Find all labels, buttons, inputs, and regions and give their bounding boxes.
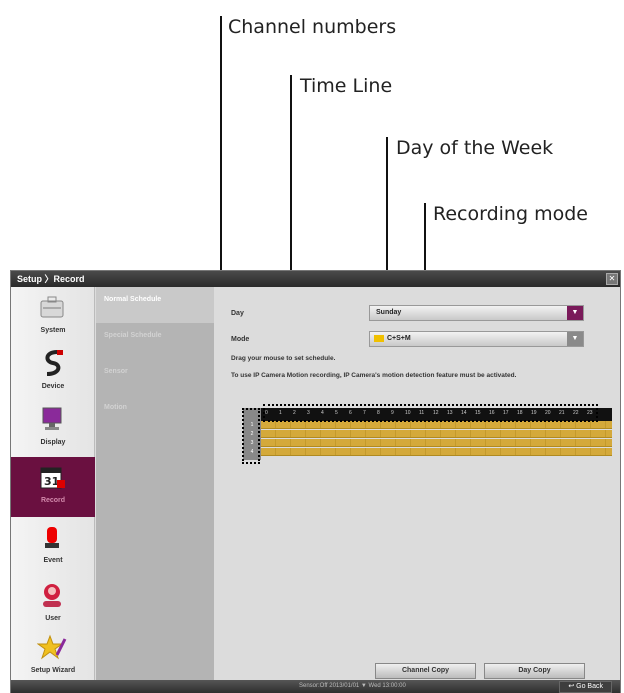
status-bar: Sensor:Off 2013/01/01 ▼ Wed 13:00:00 ↩ G… [11,680,620,693]
schedule-grid[interactable]: 0 1 2 3 4 5 6 7 8 9 10 11 12 13 14 15 16 [242,404,612,478]
go-back-button[interactable]: ↩ Go Back [559,681,612,693]
mode-label: Mode [231,336,250,343]
menu-label: Display [40,439,66,446]
device-icon [45,350,63,376]
event-alarm-icon [45,527,59,548]
user-icon [43,584,61,607]
menu-label: System [40,327,66,334]
sub-menu: Normal Schedule Special Schedule Sensor … [96,287,214,680]
motion-note-text: To use IP Camera Motion recording, IP Ca… [231,372,517,379]
content-panel: Day Sunday ▼ Mode C+S+M ▼ Drag your mous… [214,287,620,680]
channel-copy-button[interactable]: Channel Copy [375,663,476,679]
back-arrow-icon: ↩ [568,683,577,690]
menu-label: Device [41,383,65,390]
close-button[interactable]: ✕ [606,273,618,285]
schedule-row-ch4[interactable] [261,448,612,456]
window-title: Setup 〉Record [17,274,85,284]
system-icon [40,296,64,318]
day-label: Day [231,310,244,317]
setup-window: Setup 〉Record ✕ System Device Display 31… [10,270,621,693]
mode-value: C+S+M [387,335,411,342]
submenu-sensor[interactable]: Sensor [96,359,214,395]
menu-item-device[interactable]: Device [11,343,95,401]
root: Channel numbers Time Line Day of the Wee… [0,0,624,693]
day-select[interactable]: Sunday ▼ [369,305,584,321]
chevron-down-icon: ▼ [567,306,583,320]
day-value: Sunday [376,309,402,316]
menu-label: Event [43,557,63,564]
callout-day-of-week: Day of the Week [396,137,554,159]
menu-item-record[interactable]: 31 Record [11,457,95,517]
menu-item-event[interactable]: Event [11,517,95,575]
menu-label: User [45,615,61,622]
display-icon [42,407,62,430]
go-back-label: Go Back [576,683,603,690]
left-menu: System Device Display 31 Record Event Us… [11,287,95,680]
instruction-text: Drag your mouse to set schedule. [231,355,336,362]
schedule-row-ch3[interactable] [261,439,612,447]
channel-highlight [242,408,260,464]
menu-label: Setup Wizard [30,667,76,674]
menu-item-display[interactable]: Display [11,399,95,457]
schedule-row-ch1[interactable] [261,421,612,429]
menu-item-system[interactable]: System [11,287,95,345]
menu-label: Record [40,497,66,504]
callout-channel-numbers: Channel numbers [228,16,397,38]
mode-select[interactable]: C+S+M ▼ [369,331,584,347]
menu-item-user[interactable]: User [11,575,95,633]
close-icon: ✕ [608,274,616,283]
menu-item-setup-wizard[interactable]: Setup Wizard [11,627,95,685]
callout-time-line: Time Line [300,75,393,97]
schedule-row-ch2[interactable] [261,430,612,438]
wizard-icon [37,634,67,660]
record-calendar-icon: 31 [40,467,65,489]
timeline-highlight [263,404,598,422]
submenu-special-schedule[interactable]: Special Schedule [96,323,214,359]
chevron-down-icon: ▼ [567,332,583,346]
submenu-normal-schedule[interactable]: Normal Schedule [96,287,214,323]
title-bar: Setup 〉Record ✕ [11,271,620,287]
day-copy-button[interactable]: Day Copy [484,663,585,679]
callout-recording-mode: Recording mode [433,203,588,225]
mode-color-icon [374,335,384,342]
status-text: Sensor:Off 2013/01/01 ▼ Wed 13:00:00 [299,683,406,689]
submenu-motion[interactable]: Motion [96,395,214,431]
